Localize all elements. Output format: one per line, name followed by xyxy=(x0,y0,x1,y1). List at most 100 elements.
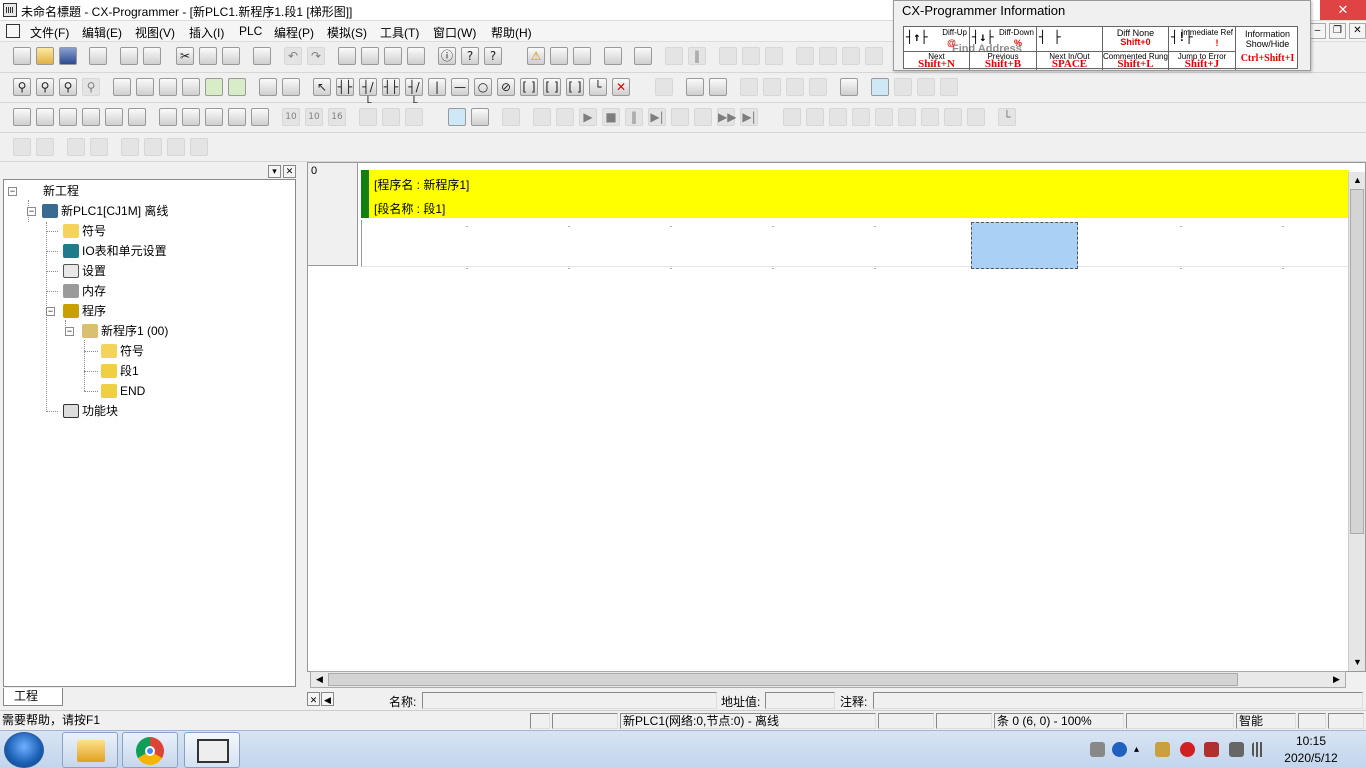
menu-help[interactable]: 帮助(H) xyxy=(491,24,532,41)
online-edit-finish-icon[interactable] xyxy=(190,138,208,156)
scroll-up-arrow[interactable]: ▲ xyxy=(1349,172,1366,189)
toggle-watch-icon[interactable] xyxy=(59,108,77,126)
horizontal-line-icon[interactable]: — xyxy=(451,78,469,96)
pt-coil-icon[interactable]: [ ] xyxy=(566,78,584,96)
new-file-icon[interactable] xyxy=(13,47,31,65)
or-closed-contact-icon[interactable]: ┤/├ xyxy=(405,78,423,110)
compare-icon[interactable] xyxy=(765,47,783,65)
clear-break-icon[interactable] xyxy=(806,108,824,126)
tree-node-symbols[interactable]: 符号 xyxy=(63,222,106,240)
tree-node-program-1[interactable]: − 新程序1 (00) xyxy=(65,322,168,340)
tree-node-programs[interactable]: − 程序 xyxy=(46,302,106,320)
pause-sim-icon[interactable]: ‖ xyxy=(625,108,643,126)
close-button[interactable]: ✕ xyxy=(1320,0,1366,20)
scroll-left-arrow[interactable]: ◀ xyxy=(311,671,328,688)
function-block-call-icon[interactable] xyxy=(655,78,673,96)
bookmark-icon[interactable] xyxy=(90,138,108,156)
menu-plc[interactable]: PLC xyxy=(239,24,262,38)
vertical-scrollbar[interactable]: ▲ ▼ xyxy=(1348,172,1365,671)
ladder-cursor[interactable] xyxy=(971,222,1078,269)
transfer-to-plc-icon[interactable] xyxy=(719,47,737,65)
horizontal-scrollbar[interactable]: ◀ ▶ xyxy=(310,671,1346,688)
sfc-icon[interactable] xyxy=(259,78,277,96)
pt-contact-icon[interactable]: [ ] xyxy=(543,78,561,96)
show-program-icon[interactable] xyxy=(205,78,223,96)
tree-node-end[interactable]: END xyxy=(101,382,145,400)
collapse-icon[interactable]: − xyxy=(27,207,36,216)
online-edit-start-icon[interactable] xyxy=(121,138,139,156)
start-button[interactable] xyxy=(4,732,44,768)
tree-node-project[interactable]: − 新工程 xyxy=(8,182,79,200)
chrome-task-button[interactable] xyxy=(122,732,178,768)
monitor-comments-icon[interactable] xyxy=(182,78,200,96)
memory-icon[interactable] xyxy=(840,78,858,96)
scroll-thumb[interactable] xyxy=(1350,189,1364,534)
info-window[interactable]: CX-Programmer Information ┤↑├ Diff-Up @ … xyxy=(893,0,1311,71)
return-icon[interactable]: └ xyxy=(998,108,1016,126)
rung-line-icon[interactable]: └ xyxy=(589,78,607,96)
tree-node-section-1[interactable]: 段1 xyxy=(101,362,139,380)
io-setting-icon[interactable] xyxy=(921,108,939,126)
save-icon[interactable] xyxy=(59,47,77,65)
break-point-icon[interactable] xyxy=(783,108,801,126)
prev-info-icon[interactable]: ◀ xyxy=(321,692,334,706)
step-run-icon[interactable]: ▶| xyxy=(648,108,666,126)
paste-icon[interactable] xyxy=(222,47,240,65)
delete-line-icon[interactable]: ✕ xyxy=(612,78,630,96)
find-icon[interactable] xyxy=(338,47,356,65)
menu-simulate[interactable]: 模拟(S) xyxy=(327,24,367,41)
tree-node-settings[interactable]: 设置 xyxy=(63,262,106,280)
security-icon[interactable] xyxy=(1204,742,1219,757)
menu-window[interactable]: 窗口(W) xyxy=(433,24,476,41)
zoom-to-fit-icon[interactable]: ⚲ xyxy=(82,78,100,96)
grid-icon[interactable] xyxy=(113,78,131,96)
print-preview-icon[interactable] xyxy=(143,47,161,65)
menu-file[interactable]: 文件(F) xyxy=(30,24,69,41)
menu-edit[interactable]: 编辑(E) xyxy=(82,24,122,41)
contact-icon[interactable]: ┤├ xyxy=(336,78,354,96)
toggle-cross-ref-icon[interactable] xyxy=(128,108,146,126)
open-folder-icon[interactable] xyxy=(36,47,54,65)
tree-node-memory[interactable]: 内存 xyxy=(63,282,106,300)
mdi-minimize-button[interactable]: – xyxy=(1309,23,1326,39)
plc-cycle-time-icon[interactable] xyxy=(940,78,958,96)
project-tab[interactable]: 工程 xyxy=(3,688,63,706)
warning-icon[interactable]: ⚠ xyxy=(527,47,545,65)
copy-icon[interactable] xyxy=(199,47,217,65)
toggle-address-ref-icon[interactable] xyxy=(82,108,100,126)
download-icon[interactable] xyxy=(763,78,781,96)
scroll-thumb[interactable] xyxy=(328,673,1238,686)
online-edit-icon[interactable] xyxy=(796,47,814,65)
display-10b-icon[interactable]: 10 xyxy=(305,108,323,126)
network-tray-icon[interactable] xyxy=(1155,742,1170,757)
view-local-symbols-icon[interactable] xyxy=(205,108,223,126)
collapse-icon[interactable]: − xyxy=(46,307,55,316)
panel-menu-button[interactable]: ▾ xyxy=(268,165,281,178)
io-condition-icon[interactable] xyxy=(852,108,870,126)
redo-icon[interactable]: ↷ xyxy=(307,47,325,65)
coil-icon[interactable]: ○ xyxy=(474,78,492,96)
menu-tools[interactable]: 工具(T) xyxy=(380,24,419,41)
menu-view[interactable]: 视图(V) xyxy=(135,24,175,41)
indent-icon[interactable] xyxy=(13,138,31,156)
closed-coil-icon[interactable]: ⊘ xyxy=(497,78,515,96)
mdi-restore-button[interactable]: ❐ xyxy=(1329,23,1346,39)
menu-program[interactable]: 编程(P) xyxy=(274,24,314,41)
rung-body[interactable] xyxy=(361,220,1348,269)
toggle-project-panel-icon[interactable] xyxy=(13,108,31,126)
zoom-out-icon[interactable]: ⚲ xyxy=(59,78,77,96)
upload-icon[interactable] xyxy=(786,78,804,96)
debug-icon[interactable] xyxy=(502,108,520,126)
monitor-icon[interactable] xyxy=(665,47,683,65)
print-icon[interactable] xyxy=(120,47,138,65)
show-symbols-icon[interactable] xyxy=(228,78,246,96)
set-on-icon[interactable] xyxy=(359,108,377,126)
tree-node-plc[interactable]: − 新PLC1[CJ1M] 离线 xyxy=(27,202,168,220)
view-diagram-icon[interactable] xyxy=(159,108,177,126)
context-help-icon[interactable]: ? xyxy=(484,47,502,65)
ladder-editor[interactable]: 0 [程序名 : 新程序1] [段名称 : 段1] ▲ ▼ xyxy=(307,162,1366,672)
scroll-down-arrow[interactable]: ▼ xyxy=(1349,654,1366,671)
outdent-icon[interactable] xyxy=(36,138,54,156)
plc-info-icon[interactable] xyxy=(871,78,889,96)
expand-tray-icon[interactable]: ▴ xyxy=(1134,742,1149,757)
